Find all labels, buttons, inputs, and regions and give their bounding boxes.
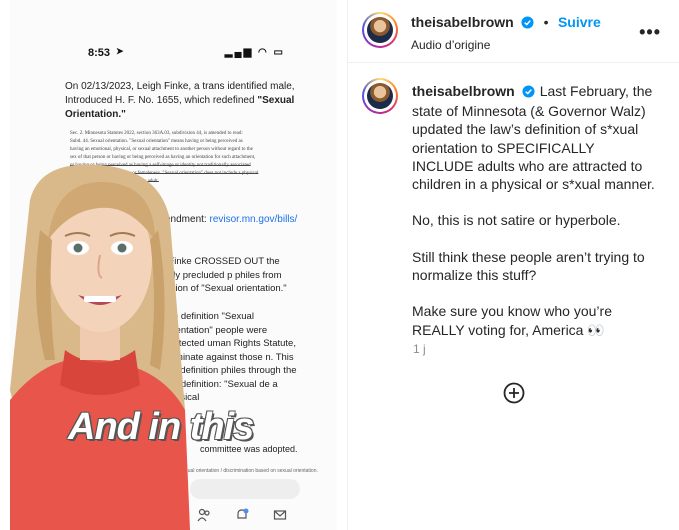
add-comment-icon[interactable] [503,382,525,404]
post-header: theisabelbrown • Suivre Audio d’origine … [348,0,679,63]
location-arrow-icon: ➤ [116,46,124,56]
author-photo [367,17,393,43]
audio-label[interactable]: Audio d’origine [411,38,601,52]
notifications-icon [233,506,251,524]
video-caption: And in this [68,406,254,448]
header-text: theisabelbrown • Suivre Audio d’origine [411,14,601,52]
app-bottom-nav [195,502,345,528]
app-search-bar [190,479,300,499]
post-timestamp[interactable]: 1 j [413,342,426,356]
verified-badge-icon [522,84,535,102]
amendment-link: revisor.mn.gov/bills/ [209,214,298,225]
presenter-image [10,164,190,530]
verified-badge-icon [521,16,534,34]
post-media[interactable]: 8:53 ➤ ▂▄▆ ◠ ▭ On 02/13/2023, Leigh Fink… [0,0,348,530]
comment-author-avatar[interactable] [362,78,398,114]
follow-button[interactable]: Suivre [558,14,601,30]
inbox-icon [271,506,289,524]
phone-status-bar: 8:53 ➤ ▂▄▆ ◠ ▭ [10,42,337,64]
people-icon [195,506,213,524]
caption-text: Last February, the state of Minnesota (&… [412,83,655,338]
statute-line: having an emotional, physical, or sexual… [70,147,253,152]
document-footnote: sexual orientation / discrimination base… [180,468,318,474]
author-username[interactable]: theisabelbrown [411,14,514,30]
separator-dot: • [543,14,549,30]
status-time: 8:53 [88,47,111,59]
comment-author-photo [367,83,393,109]
status-icons: ▂▄▆ ◠ ▭ [224,47,285,58]
statute-line: Sec. 2. Minnesota Statutes 2022, section… [70,131,243,136]
post-caption: theisabelbrown Last February, the state o… [412,82,657,339]
post-details-panel: theisabelbrown • Suivre Audio d’origine … [348,0,679,530]
author-avatar[interactable] [362,12,398,48]
document-intro: On 02/13/2023, Leigh Finke, a trans iden… [65,80,295,122]
phone-screenshot: 8:53 ➤ ▂▄▆ ◠ ▭ On 02/13/2023, Leigh Fink… [10,0,337,530]
statute-line: Subd. 44. Sexual orientation. "Sexual or… [70,139,243,144]
more-options-icon[interactable]: ••• [639,22,661,43]
caption-username[interactable]: theisabelbrown [412,83,515,99]
